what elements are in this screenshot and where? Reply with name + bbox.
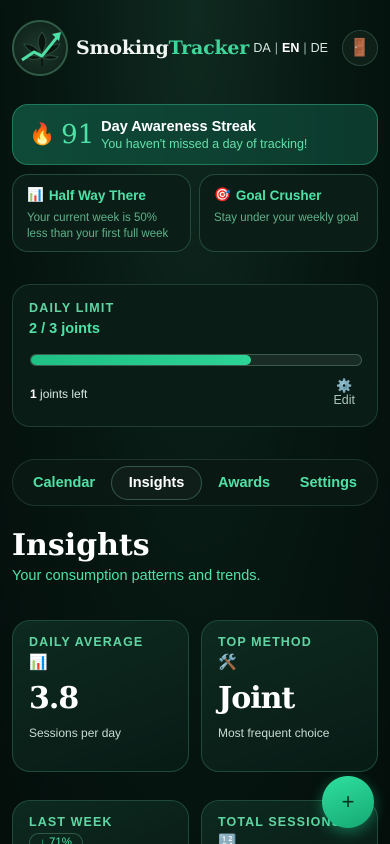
- daily-limit-card: DAILY LIMIT 2 / 3 joints 1 joints left ⚙…: [12, 284, 378, 427]
- badge-title: Half Way There: [48, 187, 146, 203]
- badge-description: Your current week is 50% less than your …: [27, 212, 169, 240]
- daily-limit-title: DAILY LIMIT: [29, 301, 115, 315]
- badge-description: Stay under your weekly goal: [214, 212, 359, 224]
- streak-days: 91: [61, 119, 95, 150]
- language-switcher: DA | EN | DE: [253, 41, 328, 55]
- edit-label: Edit: [333, 393, 355, 407]
- main-tabs: Calendar Insights Awards Settings: [12, 459, 378, 506]
- app-logo: [12, 20, 68, 76]
- daily-average-card: DAILY AVERAGE 📊 3.8 Sessions per day: [12, 620, 189, 772]
- lang-da[interactable]: DA: [253, 41, 270, 55]
- app-brand: SmokingTracker: [76, 37, 249, 59]
- joints-left-count: 1: [30, 387, 37, 401]
- door-icon: 🚪: [349, 38, 371, 57]
- streak-banner: 🔥 91 Day Awareness Streak You haven't mi…: [12, 104, 378, 165]
- badge-goal-crusher[interactable]: 🎯 Goal Crusher Stay under your weekly goa…: [199, 174, 378, 252]
- tab-calendar[interactable]: Calendar: [19, 467, 109, 499]
- top-method-card: TOP METHOD 🛠️ Joint Most frequent choice: [201, 620, 378, 772]
- lang-separator: |: [303, 41, 307, 55]
- card-description: Sessions per day: [29, 726, 122, 740]
- joints-left-label: joints left: [40, 387, 88, 401]
- card-title: TOP METHOD: [218, 635, 312, 649]
- lang-en[interactable]: EN: [282, 41, 299, 55]
- daily-limit-progress: [30, 354, 362, 366]
- last-week-card: LAST WEEK ↓ 71%: [12, 800, 189, 844]
- app-header: SmokingTracker DA | EN | DE 🚪: [12, 18, 378, 78]
- card-value: Joint: [218, 681, 295, 716]
- streak-title: Day Awareness Streak: [101, 118, 256, 135]
- streak-subtitle: You haven't missed a day of tracking!: [101, 136, 308, 151]
- trend-pill: ↓ 71%: [29, 833, 83, 844]
- lang-de[interactable]: DE: [311, 41, 328, 55]
- badge-half-way[interactable]: 📊 Half Way There Your current week is 50%…: [12, 174, 191, 252]
- target-icon: 🎯: [214, 187, 231, 202]
- brand-part-1: Smoking: [76, 37, 169, 59]
- tab-awards[interactable]: Awards: [204, 467, 284, 499]
- page-title: Insights: [12, 528, 150, 563]
- bar-chart-icon: 📊: [29, 654, 48, 671]
- edit-limit-button[interactable]: ⚙️ Edit: [333, 378, 355, 408]
- joints-left: 1 joints left: [30, 387, 87, 401]
- card-description: Most frequent choice: [218, 726, 330, 740]
- progress-fill: [31, 355, 252, 365]
- numbers-icon: 🔢: [218, 834, 237, 844]
- page-subtitle: Your consumption patterns and trends.: [12, 568, 261, 584]
- brand-part-2: Tracker: [168, 37, 250, 59]
- tab-settings[interactable]: Settings: [286, 467, 371, 499]
- card-title: LAST WEEK: [29, 815, 113, 829]
- tools-icon: 🛠️: [218, 654, 237, 671]
- badge-title: Goal Crusher: [235, 187, 322, 203]
- bar-chart-icon: 📊: [27, 187, 44, 202]
- card-title: DAILY AVERAGE: [29, 635, 144, 649]
- lang-separator: |: [274, 41, 278, 55]
- add-session-button[interactable]: +: [322, 776, 374, 828]
- gear-icon: ⚙️: [336, 378, 353, 393]
- leaf-chart-icon: [21, 31, 61, 66]
- fire-icon: 🔥: [29, 122, 56, 146]
- card-value: 3.8: [29, 681, 79, 716]
- tab-insights[interactable]: Insights: [110, 465, 203, 500]
- daily-limit-value: 2 / 3 joints: [29, 321, 100, 337]
- logout-button[interactable]: 🚪: [342, 30, 378, 66]
